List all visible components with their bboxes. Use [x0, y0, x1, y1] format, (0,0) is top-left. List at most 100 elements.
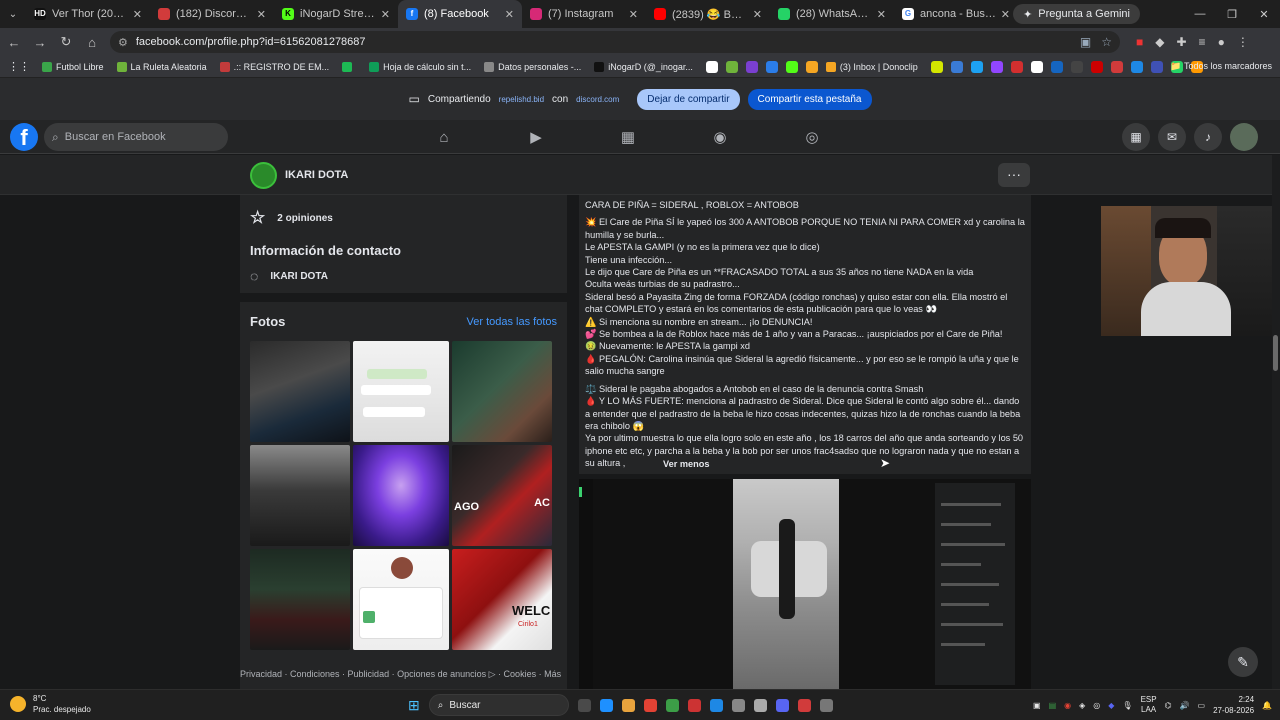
photo-thumbnail[interactable] — [353, 341, 449, 442]
apps-icon[interactable]: ⋮⋮ — [8, 60, 30, 73]
bookmark-icon[interactable] — [990, 60, 1003, 73]
video-nav-icon[interactable]: ▶ — [524, 126, 548, 148]
taskbar-app-icon[interactable] — [819, 698, 833, 712]
steam-icon[interactable]: ◎ — [1093, 701, 1100, 710]
marketplace-nav-icon[interactable]: ▦ — [616, 126, 640, 148]
bookmark-icon[interactable] — [1050, 60, 1063, 73]
puzzle-icon[interactable]: ✚ — [1176, 35, 1186, 49]
bookmark-icon[interactable] — [705, 60, 718, 73]
tray-icon[interactable]: ▣ — [1033, 701, 1041, 710]
taskbar-app-icon[interactable] — [599, 698, 613, 712]
bookmark-inbox[interactable]: (3) Inbox | Donoclip — [825, 61, 918, 72]
browser-tab[interactable]: KiNogarD Stream - Wa ✕ — [274, 0, 398, 28]
page-scrollbar[interactable] — [1272, 155, 1280, 689]
language-indicator[interactable]: ESP LAA — [1141, 695, 1157, 715]
post-media[interactable] — [579, 479, 1031, 689]
photo-thumbnail[interactable] — [250, 341, 350, 442]
bookmark-item[interactable]: Datos personales -... — [484, 61, 581, 72]
tray-icon[interactable]: ◉ — [1064, 701, 1071, 710]
weather-widget[interactable]: 8°C Prac. despejado — [10, 693, 91, 715]
bookmark-icon[interactable] — [1150, 60, 1163, 73]
home-nav-icon[interactable]: ⌂ — [432, 126, 456, 148]
extension-icon[interactable]: ◆ — [1155, 35, 1164, 49]
browser-tab[interactable]: f (8) Facebook ✕ — [398, 0, 522, 28]
site-info-icon[interactable]: ⚙ — [118, 36, 128, 49]
bookmark-item[interactable] — [342, 61, 356, 72]
messenger-icon[interactable]: ✉ — [1158, 123, 1186, 151]
bookmark-icon[interactable] — [950, 60, 963, 73]
profile-name[interactable]: IKARI DOTA — [285, 169, 348, 181]
all-bookmarks[interactable]: 📁 Todos los marcadores — [1170, 61, 1272, 72]
profile-avatar[interactable] — [250, 162, 277, 189]
bookmark-icon[interactable] — [725, 60, 738, 73]
photo-thumbnail[interactable] — [353, 549, 449, 650]
close-tab-icon[interactable]: ✕ — [381, 8, 390, 21]
taskbar-app-icon[interactable] — [643, 698, 657, 712]
more-options-button[interactable]: ··· — [998, 163, 1030, 187]
forward-icon[interactable]: → — [28, 30, 52, 54]
stop-sharing-button[interactable]: Dejar de compartir — [637, 88, 740, 110]
facebook-logo-icon[interactable]: f — [10, 123, 38, 151]
minimize-icon[interactable]: — — [1184, 0, 1216, 28]
bookmark-icon[interactable] — [1010, 60, 1023, 73]
bookmark-icon[interactable] — [785, 60, 798, 73]
account-avatar[interactable] — [1230, 123, 1258, 151]
cast-icon[interactable]: ▣ — [1080, 35, 1091, 49]
bookmark-icon[interactable] — [1110, 60, 1123, 73]
clock[interactable]: 2:24 27-08-2026 — [1213, 694, 1254, 716]
bookmark-icon[interactable] — [1030, 60, 1043, 73]
bookmark-icon[interactable] — [1070, 60, 1083, 73]
bookmark-icon[interactable] — [745, 60, 758, 73]
queue-icon[interactable]: ≡ — [1199, 35, 1206, 49]
share-this-tab-button[interactable]: Compartir esta pestaña — [747, 88, 872, 110]
bookmark-icon[interactable] — [1090, 60, 1103, 73]
close-window-icon[interactable]: ✕ — [1248, 0, 1280, 28]
close-tab-icon[interactable]: ✕ — [753, 8, 762, 21]
photo-thumbnail[interactable]: AGO AC — [452, 445, 552, 546]
tray-icon[interactable]: ▤ — [1049, 701, 1057, 710]
battery-icon[interactable]: ▭ — [1198, 701, 1206, 710]
taskbar-app-icon[interactable] — [709, 698, 723, 712]
tray-icon[interactable]: ◆ — [1108, 701, 1114, 710]
taskbar-app-icon[interactable] — [731, 698, 745, 712]
photo-thumbnail[interactable] — [353, 445, 449, 546]
volume-icon[interactable]: 🔊 — [1180, 701, 1190, 710]
see-less-link[interactable]: Ver menos — [663, 459, 709, 469]
tray-icon[interactable]: ◈ — [1079, 701, 1085, 710]
taskbar-search[interactable]: ⌕ Buscar — [428, 694, 569, 716]
close-tab-icon[interactable]: ✕ — [257, 8, 266, 21]
bookmark-item[interactable]: Hoja de cálculo sin t... — [369, 61, 471, 72]
facebook-search-input[interactable]: ⌕ Buscar en Facebook — [44, 123, 228, 151]
address-bar[interactable]: ⚙ facebook.com/profile.php?id=6156208127… — [110, 31, 1120, 53]
see-all-photos-link[interactable]: Ver todas las fotos — [467, 316, 558, 328]
bookmark-icon[interactable] — [765, 60, 778, 73]
taskbar-app-icon[interactable] — [577, 698, 591, 712]
taskbar-app-icon[interactable] — [753, 698, 767, 712]
reload-icon[interactable]: ↻ — [54, 30, 78, 54]
compose-edit-icon[interactable]: ✎ — [1228, 647, 1258, 677]
close-tab-icon[interactable]: ✕ — [629, 8, 638, 21]
back-icon[interactable]: ← — [2, 30, 26, 54]
contact-messenger-row[interactable]: ◌ IKARI DOTA — [250, 268, 557, 284]
bookmark-icon[interactable] — [805, 60, 818, 73]
gemini-button[interactable]: ✦ Pregunta a Gemini — [1013, 4, 1140, 24]
browser-tab[interactable]: HD Ver Thor (2011) Co ✕ — [26, 0, 150, 28]
share-target-link[interactable]: discord.com — [576, 95, 619, 104]
scrollbar-thumb[interactable] — [1273, 335, 1278, 371]
footer-links[interactable]: Privacidad · Condiciones · Publicidad · … — [240, 669, 561, 680]
photo-thumbnail[interactable] — [250, 549, 350, 650]
profile-icon[interactable]: ● — [1218, 35, 1225, 49]
abp-icon[interactable]: ■ — [1136, 35, 1143, 49]
bookmark-icon[interactable] — [970, 60, 983, 73]
taskbar-app-icon[interactable] — [665, 698, 679, 712]
browser-tab[interactable]: Gancona - Buscar con ✕ — [894, 0, 1018, 28]
bookmark-icon[interactable] — [1130, 60, 1143, 73]
close-tab-icon[interactable]: ✕ — [505, 8, 514, 21]
taskbar-app-icon[interactable] — [687, 698, 701, 712]
browser-tab[interactable]: (28) WhatsApp Busin ✕ — [770, 0, 894, 28]
browser-tab[interactable]: (182) Discord | Di ✕ — [150, 0, 274, 28]
rating-row[interactable]: ☆ 2 opiniones — [250, 205, 557, 231]
bookmark-item[interactable]: iNogarD (@_inogar... — [594, 61, 693, 72]
browser-tab[interactable]: (7) Instagram ✕ — [522, 0, 646, 28]
bookmark-icon[interactable] — [930, 60, 943, 73]
